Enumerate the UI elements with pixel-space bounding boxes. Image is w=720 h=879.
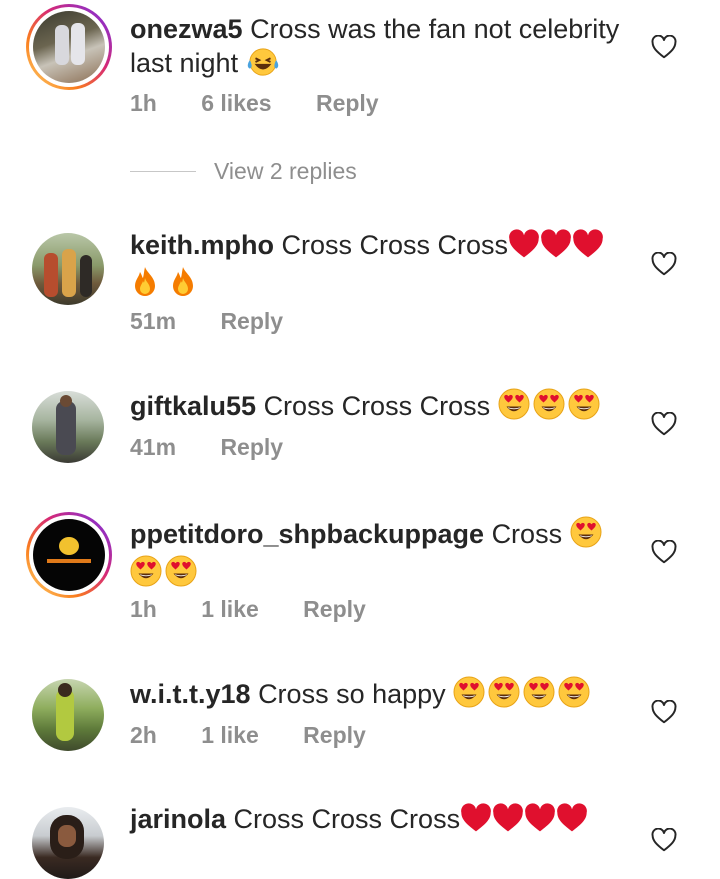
comment-text: jarinola Cross Cross Cross — [130, 802, 620, 836]
comment-text: onezwa5 Cross was the fan not celebrity … — [130, 12, 620, 80]
view-replies-button[interactable]: View 2 replies — [130, 158, 357, 185]
comment-body: Cross Cross Cross — [233, 804, 461, 834]
comment-text: giftkalu55 Cross Cross Cross — [130, 388, 620, 423]
like-heart-icon[interactable] — [651, 412, 677, 436]
heart-eyes-emoji-icon — [130, 555, 162, 587]
comment-likes[interactable]: 1 like — [201, 722, 259, 748]
heart-eyes-emoji-icon — [570, 516, 602, 548]
red-heart-emoji-icon — [492, 803, 524, 833]
reply-button[interactable]: Reply — [220, 308, 283, 334]
heart-eyes-emoji-icon — [523, 676, 555, 708]
heart-eyes-emoji-icon — [558, 676, 590, 708]
reply-button[interactable]: Reply — [220, 434, 283, 460]
comment-username[interactable]: keith.mpho — [130, 230, 274, 260]
heart-eyes-emoji-icon — [568, 388, 600, 420]
avatar[interactable] — [32, 391, 104, 463]
comment-time: 51m — [130, 308, 177, 334]
comment-body: Cross Cross Cross — [281, 230, 509, 260]
comment-body: Cross so happy — [258, 679, 446, 709]
reply-button[interactable]: Reply — [303, 722, 366, 748]
red-heart-emoji-icon — [524, 803, 556, 833]
comment-meta: 1h 6 likes Reply — [130, 90, 417, 117]
avatar[interactable] — [32, 807, 104, 879]
comment-time: 41m — [130, 434, 177, 460]
avatar[interactable] — [26, 4, 112, 90]
comment-meta: 41m Reply — [130, 434, 321, 461]
comment-text: w.i.t.t.y18 Cross so happy — [130, 676, 620, 711]
view-replies-label[interactable]: View 2 replies — [214, 158, 357, 185]
heart-eyes-emoji-icon — [165, 555, 197, 587]
reply-button[interactable]: Reply — [303, 596, 366, 622]
red-heart-emoji-icon — [508, 229, 540, 259]
comment-meta: 51m Reply — [130, 308, 321, 335]
heart-eyes-emoji-icon — [488, 676, 520, 708]
comment-meta: 1h 1 like Reply — [130, 596, 404, 623]
comment-body: Cross — [491, 519, 563, 549]
heart-eyes-emoji-icon — [533, 388, 565, 420]
heart-eyes-emoji-icon — [453, 676, 485, 708]
like-heart-icon[interactable] — [651, 540, 677, 564]
comment-time: 1h — [130, 596, 157, 622]
heart-eyes-emoji-icon — [498, 388, 530, 420]
comment-likes[interactable]: 1 like — [201, 596, 259, 622]
comment-likes[interactable]: 6 likes — [201, 90, 271, 116]
red-heart-emoji-icon — [540, 229, 572, 259]
comment-username[interactable]: onezwa5 — [130, 14, 243, 44]
comment-text: keith.mpho Cross Cross Cross — [130, 228, 620, 301]
red-heart-emoji-icon — [572, 229, 604, 259]
like-heart-icon[interactable] — [651, 35, 677, 59]
comment-meta: 2h 1 like Reply — [130, 722, 404, 749]
divider-line — [130, 170, 196, 173]
comment-username[interactable]: ppetitdoro_shpbackuppage — [130, 519, 484, 549]
comment-text: ppetitdoro_shpbackuppage Cross — [130, 516, 620, 590]
comment-body: Cross Cross Cross — [263, 391, 491, 421]
fire-emoji-icon — [130, 266, 160, 298]
comment-time: 2h — [130, 722, 157, 748]
comment-username[interactable]: giftkalu55 — [130, 391, 256, 421]
comment-time: 1h — [130, 90, 157, 116]
red-heart-emoji-icon — [460, 803, 492, 833]
like-heart-icon[interactable] — [651, 252, 677, 276]
avatar[interactable] — [32, 233, 104, 305]
red-heart-emoji-icon — [556, 803, 588, 833]
avatar[interactable] — [32, 679, 104, 751]
fire-emoji-icon — [168, 266, 198, 298]
like-heart-icon[interactable] — [651, 700, 677, 724]
reply-button[interactable]: Reply — [316, 90, 379, 116]
comment-username[interactable]: jarinola — [130, 804, 226, 834]
avatar[interactable] — [26, 512, 112, 598]
comment-username[interactable]: w.i.t.t.y18 — [130, 679, 251, 709]
like-heart-icon[interactable] — [651, 828, 677, 852]
laugh-cry-emoji-icon — [246, 47, 280, 77]
